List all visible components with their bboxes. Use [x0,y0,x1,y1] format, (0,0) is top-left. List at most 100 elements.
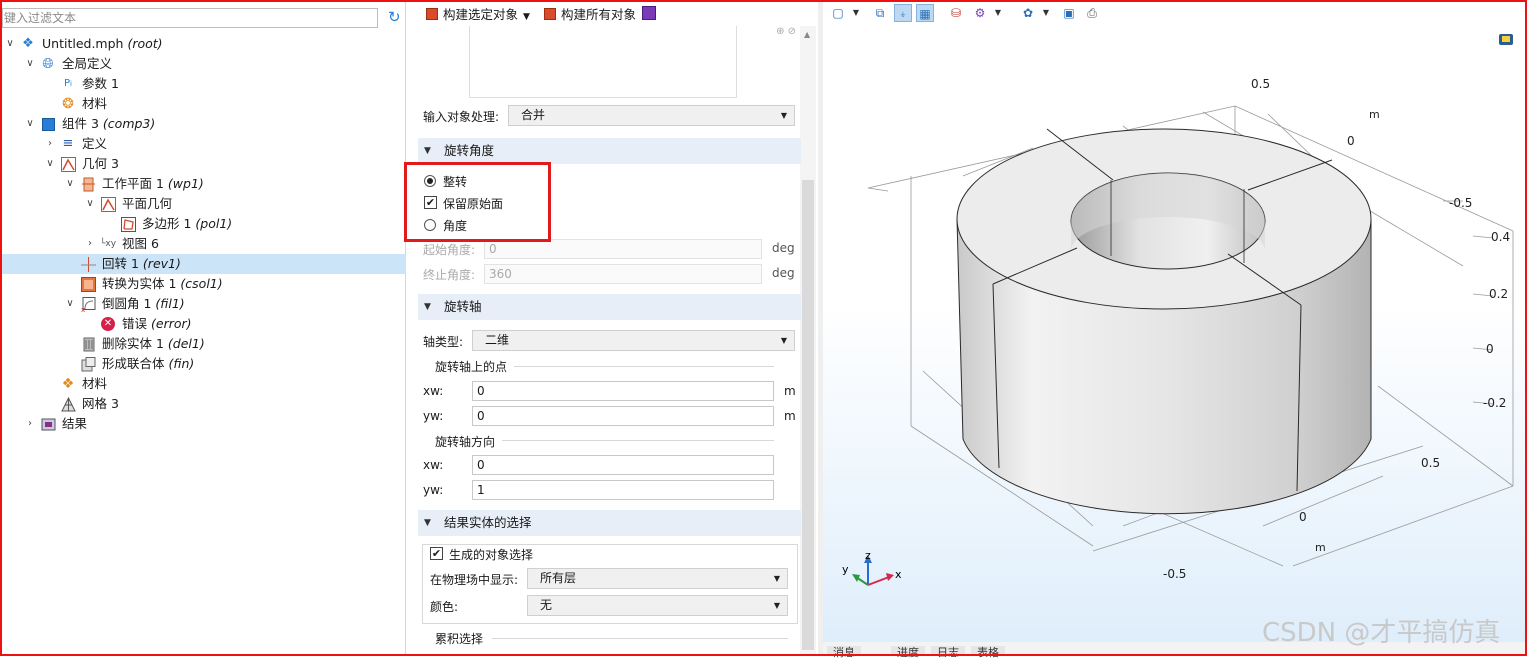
section-result-selection[interactable]: ▼ 结果实体的选择 [418,510,801,536]
build-all-button[interactable]: 构建所有对象 [544,4,636,26]
tree-item-label: 定义 [82,136,108,151]
tree-item-label: 倒圆角 1 (fil1) [102,296,185,311]
axis-type-select[interactable]: 二维 ▼ [472,330,795,351]
filter-input[interactable]: 键入过滤文本 [2,8,378,28]
dir-yw-input[interactable]: 1 [472,480,774,500]
tree-item-definitions[interactable]: › ≡ 定义 [2,134,406,154]
tree-item-error[interactable]: ✕ 错误 (error) [2,314,406,334]
generated-selection-label: 生成的对象选择 [449,546,537,563]
expand-icon[interactable]: › [24,414,36,434]
start-angle-input[interactable]: 0 [484,239,762,259]
orthographic-icon[interactable]: ⍖ [894,4,912,22]
dir-xw-input[interactable]: 0 [472,455,774,475]
point-yw-input[interactable]: 0 [472,406,774,426]
model-view[interactable]: 0.5 m 0 -0.5 0.4 0.2 0 -0.2 0.5 0 m -0.5 [823,26,1525,642]
tree-item-label: 多边形 1 (pol1) [142,216,233,231]
collapse-icon[interactable]: ∨ [24,54,36,74]
collapse-icon[interactable]: ∨ [84,194,96,214]
collapse-triangle-icon: ▼ [424,518,431,528]
show-in-physics-select[interactable]: 所有层 ▼ [527,568,788,589]
point-xw-unit: m [784,384,796,398]
section-title: 结果实体的选择 [444,515,532,530]
tree-item-geometry[interactable]: ∨ 几何 3 [2,154,406,174]
point-xw-input[interactable]: 0 [472,381,774,401]
list-tool-icons[interactable]: ⊕ ⊘ [776,26,796,37]
end-angle-unit: deg [772,266,795,280]
definitions-icon: ≡ [62,136,74,151]
tree-item-workplane[interactable]: ∨ 工作平面 1 (wp1) [2,174,406,194]
tree-item-fillet[interactable]: ∨ x 倒圆角 1 (fil1) [2,294,406,314]
selection-mode-icon[interactable]: ⚙ [971,4,989,22]
collapse-icon[interactable]: ∨ [44,154,56,174]
cumulative-selection-label: 累积选择 [435,632,484,646]
tree-item-materials-global[interactable]: ❂ 材料 [2,94,406,114]
chevron-down-icon: ▼ [780,336,787,345]
tree-item-revolve[interactable]: 回转 1 (rev1) [2,254,406,274]
model-builder-tree: 键入过滤文本 ↻ ∨ ❖ Untitled.mph (root) ∨ 🌐︎ 全局… [2,2,406,654]
view-cube-icon[interactable] [1499,34,1513,45]
build-all-icon [544,8,556,20]
end-angle-input[interactable]: 360 [484,264,762,284]
dropdown-arrow-icon[interactable]: ▼ [523,12,530,22]
refresh-icon[interactable]: ↻ [388,9,404,25]
tab-log[interactable]: 日志 [931,646,965,659]
collapse-icon[interactable]: ∨ [64,174,76,194]
axis-label: 0.2 [1489,287,1508,301]
dir-yw-label: yw: [423,483,444,497]
tree-item-label: 几何 3 [82,156,119,171]
tree-item-polygon[interactable]: 多边形 1 (pol1) [2,214,406,234]
dropdown-arrow-icon[interactable]: ▼ [989,4,1007,22]
tree-item-results[interactable]: › 结果 [2,414,406,434]
tab-table[interactable]: 表格 [971,646,1005,659]
scrollbar-thumb[interactable] [802,180,814,650]
tree-item-label: 转换为实体 1 (csol1) [102,276,223,291]
generated-selection-checkbox[interactable]: ✔ [430,547,443,560]
tab-messages[interactable]: 消息 [827,646,861,659]
color-select[interactable]: 无 ▼ [527,595,788,616]
scene-light-icon[interactable]: ✿ [1019,4,1037,22]
settings-scrollbar[interactable]: ▲ [800,26,816,654]
camera-icon[interactable]: ▣ [1060,4,1078,22]
graphics-canvas[interactable]: 0.5 m 0 -0.5 0.4 0.2 0 -0.2 0.5 0 m -0.5 [823,26,1525,642]
polygon-icon [120,216,136,232]
component-icon [40,116,56,132]
input-handling-select[interactable]: 合并 ▼ [508,105,795,126]
tree-item-delete-entities[interactable]: 删除实体 1 (del1) [2,334,406,354]
tree-item-global-defs[interactable]: ∨ 🌐︎ 全局定义 [2,54,406,74]
tree-item-mesh[interactable]: 网格 3 [2,394,406,414]
collapse-icon[interactable]: ∨ [4,34,16,54]
axis-direction-group-label: 旋转轴方向 [435,435,496,449]
expand-icon[interactable]: › [84,234,96,254]
tree-item-root[interactable]: ∨ ❖ Untitled.mph (root) [2,34,406,54]
tree-item-materials[interactable]: ❖ 材料 [2,374,406,394]
hollow-cylinder[interactable] [956,128,1372,515]
build-selected-button[interactable]: 构建选定对象 ▼ [426,4,530,26]
collapse-icon[interactable]: ∨ [64,294,76,314]
section-rotation-angle[interactable]: ▼ 旋转角度 [418,138,801,164]
dropdown-arrow-icon[interactable]: ▼ [847,4,865,22]
expand-icon[interactable]: › [44,134,56,154]
dropdown-arrow-icon[interactable]: ▼ [1037,4,1055,22]
tree-item-component[interactable]: ∨ 组件 3 (comp3) [2,114,406,134]
graphics-build-icon[interactable] [642,6,656,20]
tree-item-parameters[interactable]: Pi 参数 1 [2,74,406,94]
zoom-extents-icon[interactable]: ⧉ [871,4,889,22]
material-icon: ❂ [62,96,74,112]
tree-item-convert-solid[interactable]: 转换为实体 1 (csol1) [2,274,406,294]
tree-item-plane-geometry[interactable]: ∨ 平面几何 [2,194,406,214]
group-divider [492,638,788,639]
zoom-box-icon[interactable]: ▢ [829,4,847,22]
select-icon[interactable]: ⛁ [947,4,965,22]
axis-type-value: 二维 [485,333,510,347]
collapse-icon[interactable]: ∨ [24,114,36,134]
selection-list-box[interactable]: ⊕ ⊘ [469,26,796,98]
print-icon[interactable]: ⎙ [1083,4,1101,22]
tab-progress[interactable]: 进度 [891,646,925,659]
tree-item-form-union[interactable]: 形成联合体 (fin) [2,354,406,374]
axis-label: m [1315,541,1326,554]
section-rotation-axis[interactable]: ▼ 旋转轴 [418,294,801,320]
tree-item-view[interactable]: › └xy 视图 6 [2,234,406,254]
grid-icon[interactable]: ▦ [916,4,934,22]
scroll-up-icon[interactable]: ▲ [804,30,810,39]
start-angle-unit: deg [772,241,795,255]
